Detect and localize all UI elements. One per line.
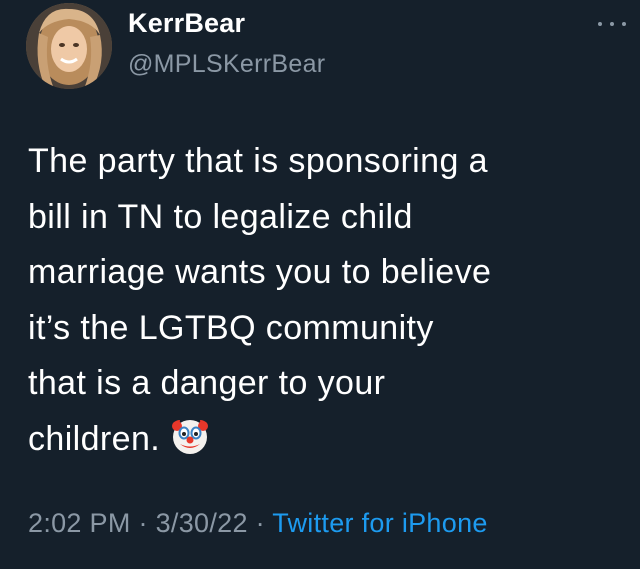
- clown-face-icon: [172, 419, 209, 454]
- display-name[interactable]: KerrBear: [128, 8, 245, 39]
- tweet-source-link[interactable]: Twitter for iPhone: [272, 508, 488, 538]
- avatar-image: [26, 3, 112, 89]
- meta-separator: ·: [255, 508, 265, 538]
- tweet-time: 2:02 PM: [28, 508, 131, 538]
- ellipsis-icon[interactable]: [598, 16, 626, 32]
- dot: [598, 22, 602, 26]
- tweet-date: 3/30/22: [155, 508, 248, 538]
- tweet-card: KerrBear @MPLSKerrBear The party that is…: [0, 0, 640, 569]
- tweet-text: The party that is sponsoring a bill in T…: [28, 142, 492, 458]
- user-handle[interactable]: @MPLSKerrBear: [128, 50, 325, 79]
- avatar[interactable]: [26, 3, 112, 89]
- tweet-meta: 2:02 PM · 3/30/22 · Twitter for iPhone: [28, 508, 488, 539]
- dot: [622, 22, 626, 26]
- dot: [610, 22, 614, 26]
- tweet-text-block: The party that is sponsoring a bill in T…: [28, 134, 618, 467]
- meta-separator: ·: [138, 508, 148, 538]
